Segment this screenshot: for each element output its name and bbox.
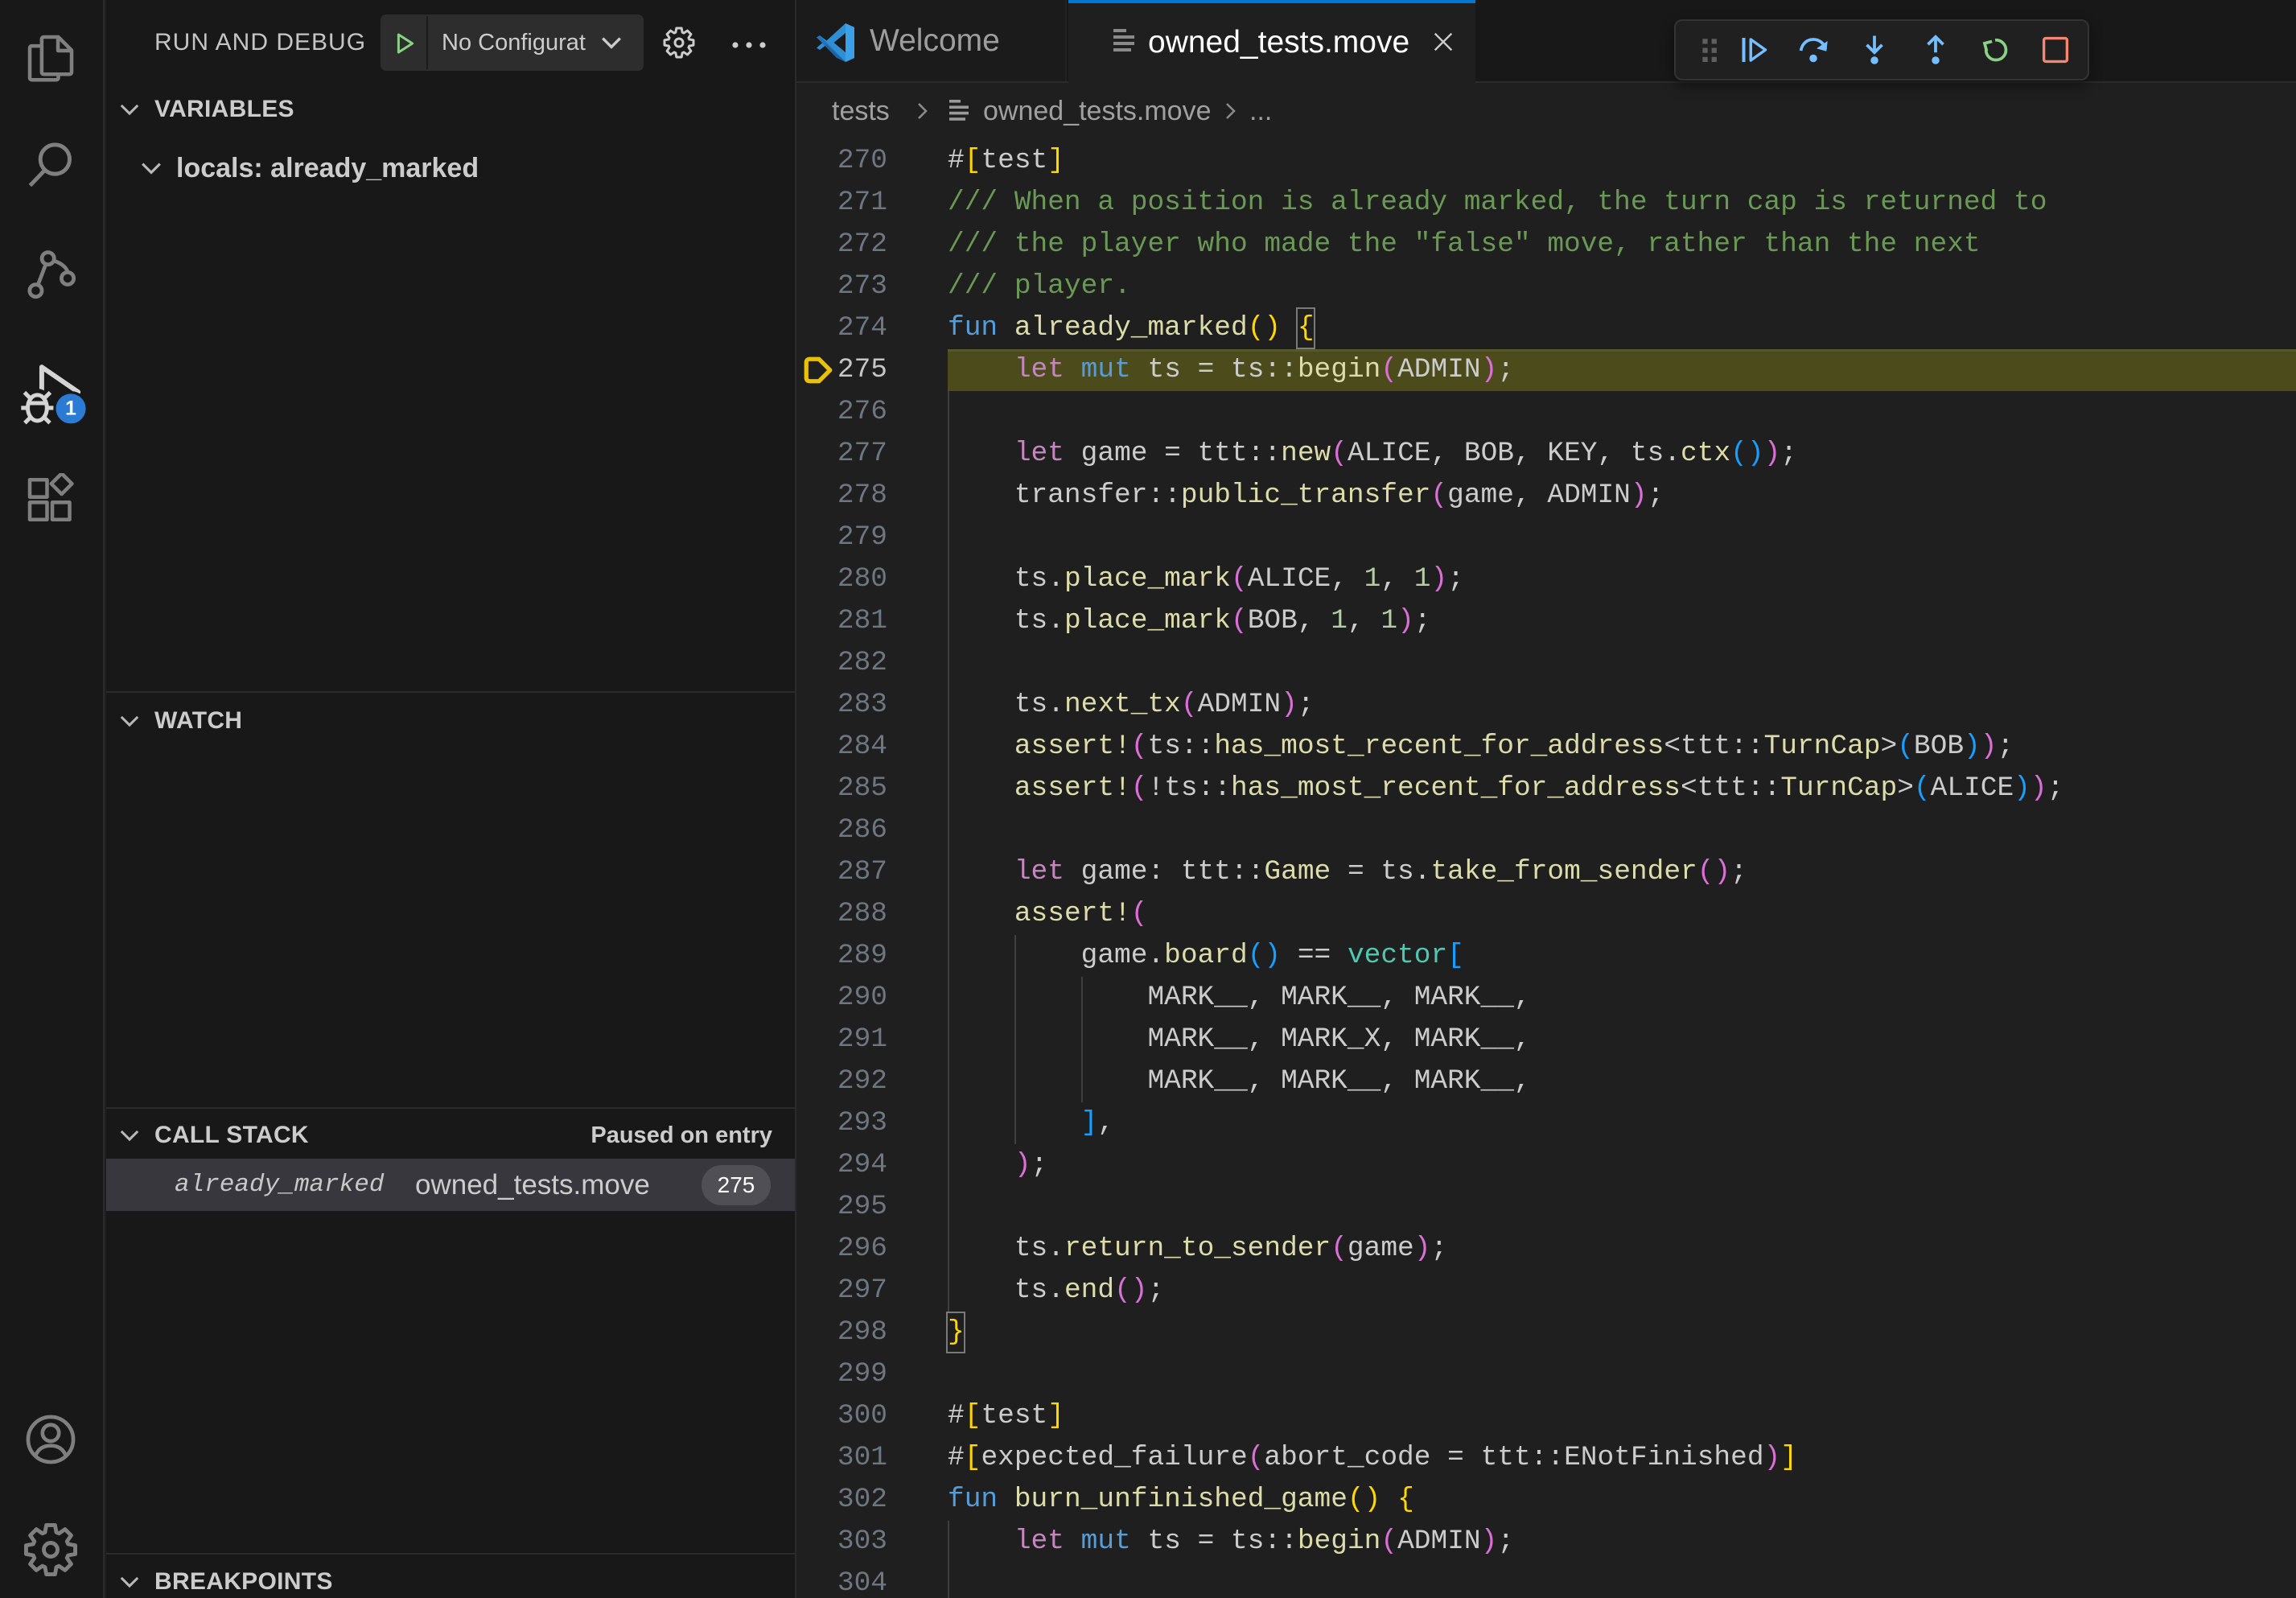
svg-text:1: 1 xyxy=(65,398,76,420)
